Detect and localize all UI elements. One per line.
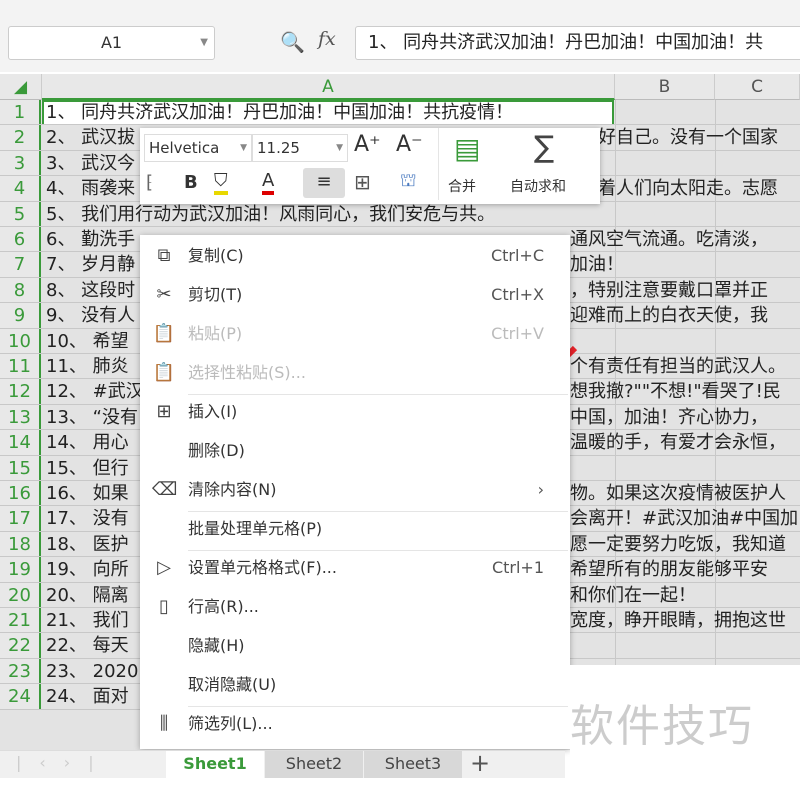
insert-icon: ⊞: [156, 401, 172, 422]
menu-item[interactable]: 隐藏(H): [140, 627, 570, 666]
menu-item[interactable]: 删除(D): [140, 432, 570, 471]
context-menu: ⧉ 复制(C) Ctrl+C ✂ 剪切(T) Ctrl+X 📋 粘贴(P) Ctrl+V 📋 选择性…: [140, 235, 570, 749]
menu-item[interactable]: ✂ 剪切(T) Ctrl+X: [140, 276, 570, 315]
menu-item[interactable]: 📋 选择性粘贴(S)...: [140, 354, 570, 393]
sheet-nav-icons[interactable]: |‹›|: [16, 753, 112, 772]
cut-icon: ✂: [156, 284, 172, 305]
menu-item-label: 删除(D): [188, 441, 245, 460]
menu-item-label: 设置单元格格式(F)...: [188, 558, 337, 577]
menu-item-label: 复制(C): [188, 246, 244, 265]
filter-column-icon: ⫼: [159, 713, 169, 734]
font-color-icon[interactable]: A: [262, 170, 275, 195]
menu-item[interactable]: ⫼ 筛选列(L)...: [140, 705, 570, 744]
menu-item-label: 选择性粘贴(S)...: [188, 363, 306, 382]
watermark: 软件技巧: [570, 701, 754, 752]
font-size-select[interactable]: 11.25 ▼: [252, 134, 348, 162]
autosum-button[interactable]: 自动求和: [510, 176, 566, 196]
format-cells-icon: ▷: [157, 557, 171, 578]
sheet-tabs: |‹›| Sheet1 Sheet2 Sheet3 +: [0, 749, 565, 778]
menu-shortcut: Ctrl+X: [491, 285, 544, 304]
menu-item[interactable]: ▯ 行高(R)...: [140, 588, 570, 627]
tab-sheet1[interactable]: Sheet1: [166, 751, 264, 778]
menu-item[interactable]: 📋 粘贴(P) Ctrl+V: [140, 315, 570, 354]
menu-shortcut: Ctrl+V: [491, 324, 544, 343]
border-icon[interactable]: ⊞: [354, 170, 371, 194]
menu-item-label: 插入(I): [188, 402, 238, 421]
mini-toolbar: Helvetica ▼ 11.25 ▼ A⁺ A⁻ ⁅ B ⛉ A ≡ ⊞ ⛫ ▤ …: [140, 128, 600, 204]
row-height-icon: ▯: [159, 596, 169, 617]
menu-item[interactable]: ⊞ 插入(I): [140, 393, 570, 432]
menu-item-label: 隐藏(H): [188, 636, 245, 655]
menu-item[interactable]: ⌫ 清除内容(N) ›: [140, 471, 570, 510]
bold-icon[interactable]: B: [184, 172, 198, 193]
menu-item-label: 批量处理单元格(P): [188, 519, 323, 538]
divider: [438, 128, 439, 200]
menu-item-label: 剪切(T): [188, 285, 243, 304]
menu-shortcut: Ctrl+1: [491, 558, 544, 577]
menu-shortcut: ›: [537, 480, 544, 499]
menu-item-label: 粘贴(P): [188, 324, 243, 343]
decrease-font-icon[interactable]: A⁻: [396, 132, 423, 157]
menu-item-label: 筛选列(L)...: [188, 714, 273, 733]
fill-color-icon[interactable]: ⛉: [214, 170, 228, 195]
menu-item[interactable]: 取消隐藏(U): [140, 666, 570, 705]
font-select[interactable]: Helvetica ▼: [144, 134, 252, 162]
wrap-icon[interactable]: ⁅: [146, 172, 153, 193]
paste-icon: 📋: [152, 323, 176, 344]
menu-item-label: 行高(R)...: [188, 597, 259, 616]
paste-special-icon: 📋: [152, 362, 176, 383]
menu-item-label: 清除内容(N): [188, 480, 277, 499]
menu-item[interactable]: ▷ 设置单元格格式(F)... Ctrl+1: [140, 549, 570, 588]
clear-icon: ⌫: [152, 479, 178, 500]
tab-sheet2[interactable]: Sheet2: [265, 751, 363, 778]
align-icon[interactable]: ≡: [303, 168, 345, 198]
menu-shortcut: Ctrl+C: [490, 246, 544, 265]
tab-sheet3[interactable]: Sheet3: [364, 751, 462, 778]
add-sheet-button[interactable]: +: [470, 749, 490, 777]
sum-icon[interactable]: ∑: [534, 130, 554, 165]
menu-item[interactable]: 批量处理单元格(P): [140, 510, 570, 549]
increase-font-icon[interactable]: A⁺: [354, 132, 381, 157]
menu-item-label: 取消隐藏(U): [188, 675, 277, 694]
format-painter-icon[interactable]: ⛫: [400, 170, 417, 194]
copy-icon: ⧉: [157, 245, 171, 266]
merge-icon[interactable]: ▤: [454, 132, 480, 165]
merge-button[interactable]: 合并: [448, 176, 476, 196]
menu-item[interactable]: ⧉ 复制(C) Ctrl+C: [140, 237, 570, 276]
